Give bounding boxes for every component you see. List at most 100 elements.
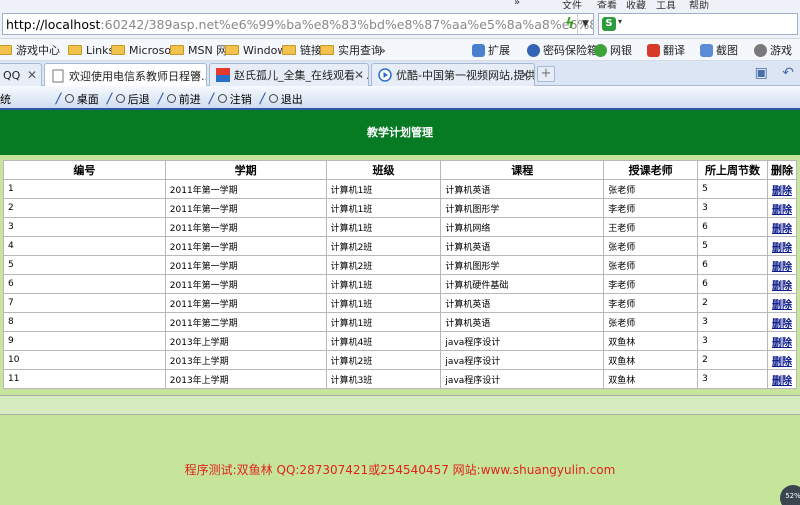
delete-link[interactable]: 删除 <box>772 319 792 330</box>
column-header-class[interactable]: 班级 <box>325 160 442 180</box>
menu-view[interactable]: 查看 <box>597 0 617 9</box>
cell-weekly-hours: 3 <box>697 312 768 332</box>
menu-favorites[interactable]: 收藏 <box>626 0 646 9</box>
cell-term: 2011年第一学期 <box>164 198 327 218</box>
tab-teacher-schedule[interactable]: 欢迎使用电信系教师日程管... ✕ <box>44 63 207 87</box>
new-tab-button[interactable]: + <box>537 66 555 82</box>
favorites-item-utility[interactable]: 实用查询 <box>320 42 382 58</box>
cell-weekly-hours: 6 <box>697 274 768 294</box>
nav-desktop-button[interactable]: / 桌面 <box>56 91 99 107</box>
cell-delete: 删除 <box>766 331 798 351</box>
separator-icon: / <box>260 90 265 107</box>
cell-class: 计算机1班 <box>325 217 442 237</box>
chevron-down-icon[interactable]: ▼ <box>577 14 593 34</box>
cell-course: 计算机图形学 <box>440 255 605 275</box>
delete-link[interactable]: 删除 <box>772 243 792 254</box>
toolbar-translate[interactable]: 翻译 <box>647 42 685 58</box>
cell-weekly-hours: 6 <box>697 255 768 275</box>
cell-teacher: 李老师 <box>603 293 699 313</box>
favorites-item-links[interactable]: Links <box>68 42 114 58</box>
address-bar[interactable]: http://localhost:60242/389asp.net%e6%99%… <box>2 13 594 35</box>
search-engine-icon[interactable]: S <box>602 17 616 31</box>
delete-link[interactable]: 删除 <box>772 224 792 235</box>
column-header-weekly-hours[interactable]: 所上周节数 <box>697 160 768 180</box>
cell-class: 计算机1班 <box>325 198 442 218</box>
nav-exit-button[interactable]: / 退出 <box>260 90 303 107</box>
cell-teacher: 双鱼林 <box>603 369 699 389</box>
toolbar-screenshot[interactable]: 截图 <box>700 42 738 58</box>
cell-id: 8 <box>3 312 166 332</box>
close-icon[interactable]: ✕ <box>192 68 202 82</box>
search-input[interactable]: S ▾ <box>598 13 798 35</box>
delete-link[interactable]: 删除 <box>772 281 792 292</box>
cell-course: 计算机硬件基础 <box>440 274 605 294</box>
table-row: 1 2011年第一学期 计算机1班 计算机英语 张老师 5 删除 <box>3 179 798 199</box>
radio-icon <box>64 94 74 103</box>
delete-link[interactable]: 删除 <box>772 205 792 216</box>
nav-forward-button[interactable]: / 前进 <box>158 91 201 107</box>
cell-course: java程序设计 <box>440 331 605 351</box>
undo-icon[interactable]: ↶ <box>782 65 794 81</box>
tab-drama-video[interactable]: 赵氏孤儿_全集_在线观看 - ... ✕ <box>209 63 369 86</box>
folder-icon <box>170 45 184 55</box>
favorites-item-windows[interactable]: Window <box>225 42 286 58</box>
cell-id: 6 <box>3 274 166 294</box>
cell-delete: 删除 <box>766 198 798 218</box>
lightning-icon[interactable]: ϟ <box>563 16 577 32</box>
menu-tools[interactable]: 工具 <box>656 0 676 9</box>
shield-icon <box>594 43 607 57</box>
column-header-term[interactable]: 学期 <box>164 160 327 180</box>
toolbar-extensions[interactable]: 扩展 <box>472 42 510 58</box>
menu-file[interactable]: 文件 <box>562 0 582 9</box>
delete-link[interactable]: 删除 <box>772 376 792 387</box>
cell-delete: 删除 <box>766 293 798 313</box>
column-header-course[interactable]: 课程 <box>440 160 605 180</box>
cell-term: 2011年第一学期 <box>164 236 327 256</box>
column-header-delete: 删除 <box>766 160 798 180</box>
radio-icon <box>115 94 125 103</box>
toolbar-games[interactable]: 游戏 <box>754 42 792 58</box>
restore-icon[interactable]: ▣ <box>755 65 768 81</box>
favorites-more-icon[interactable]: » <box>379 42 386 58</box>
delete-link[interactable]: 删除 <box>772 186 792 197</box>
youku-icon <box>378 68 392 82</box>
delete-link[interactable]: 删除 <box>772 338 792 349</box>
cell-id: 10 <box>3 350 166 370</box>
key-icon <box>527 43 540 57</box>
delete-link[interactable]: 删除 <box>772 300 792 311</box>
favorites-item-links-cn[interactable]: 链接 <box>282 42 322 58</box>
tab-qq[interactable]: QQ ✕ <box>0 63 42 86</box>
tab-youku[interactable]: 优酷-中国第一视频网站,提供... ✕ <box>371 63 535 86</box>
address-url[interactable]: http://localhost:60242/389asp.net%e6%99%… <box>3 17 593 32</box>
nav-back-button[interactable]: / 后退 <box>107 91 150 107</box>
cell-course: 计算机英语 <box>440 312 605 332</box>
table-row: 5 2011年第一学期 计算机2班 计算机图形学 张老师 6 删除 <box>3 255 798 275</box>
cell-term: 2011年第二学期 <box>164 312 327 332</box>
nav-logout-button[interactable]: / 注销 <box>209 91 252 107</box>
cell-term: 2011年第一学期 <box>164 255 327 275</box>
close-icon[interactable]: ✕ <box>354 68 364 82</box>
cell-term: 2013年上学期 <box>164 369 327 389</box>
menu-overflow-icon[interactable]: » <box>514 0 520 8</box>
close-icon[interactable]: ✕ <box>520 68 530 82</box>
cell-teacher: 双鱼林 <box>603 350 699 370</box>
delete-link[interactable]: 删除 <box>772 357 792 368</box>
favorites-item-game-center[interactable]: 游戏中心 <box>0 42 60 58</box>
column-header-teacher[interactable]: 授课老师 <box>603 160 699 180</box>
toolbar-online-banking[interactable]: 网银 <box>594 42 632 58</box>
chevron-down-icon[interactable]: ▾ <box>618 17 622 26</box>
cell-weekly-hours: 6 <box>697 217 768 237</box>
column-header-id[interactable]: 编号 <box>3 160 166 180</box>
cell-id: 9 <box>3 331 166 351</box>
table-footer-band <box>0 395 800 415</box>
cell-weekly-hours: 5 <box>697 236 768 256</box>
favorites-item-microsoft[interactable]: Microso <box>111 42 171 58</box>
close-icon[interactable]: ✕ <box>27 68 37 82</box>
menu-help[interactable]: 帮助 <box>689 0 709 9</box>
tab-strip: QQ ✕ 欢迎使用电信系教师日程管... ✕ 赵氏孤儿_全集_在线观看 - ..… <box>0 61 800 87</box>
delete-link[interactable]: 删除 <box>772 262 792 273</box>
footer-credits: 程序测试:双鱼林 QQ:287307421或254540457 网站:www.s… <box>184 463 616 477</box>
favorites-item-msn[interactable]: MSN 网 <box>170 42 227 58</box>
cell-term: 2011年第一学期 <box>164 274 327 294</box>
toolbar-password-safe[interactable]: 密码保险箱 <box>527 42 598 58</box>
